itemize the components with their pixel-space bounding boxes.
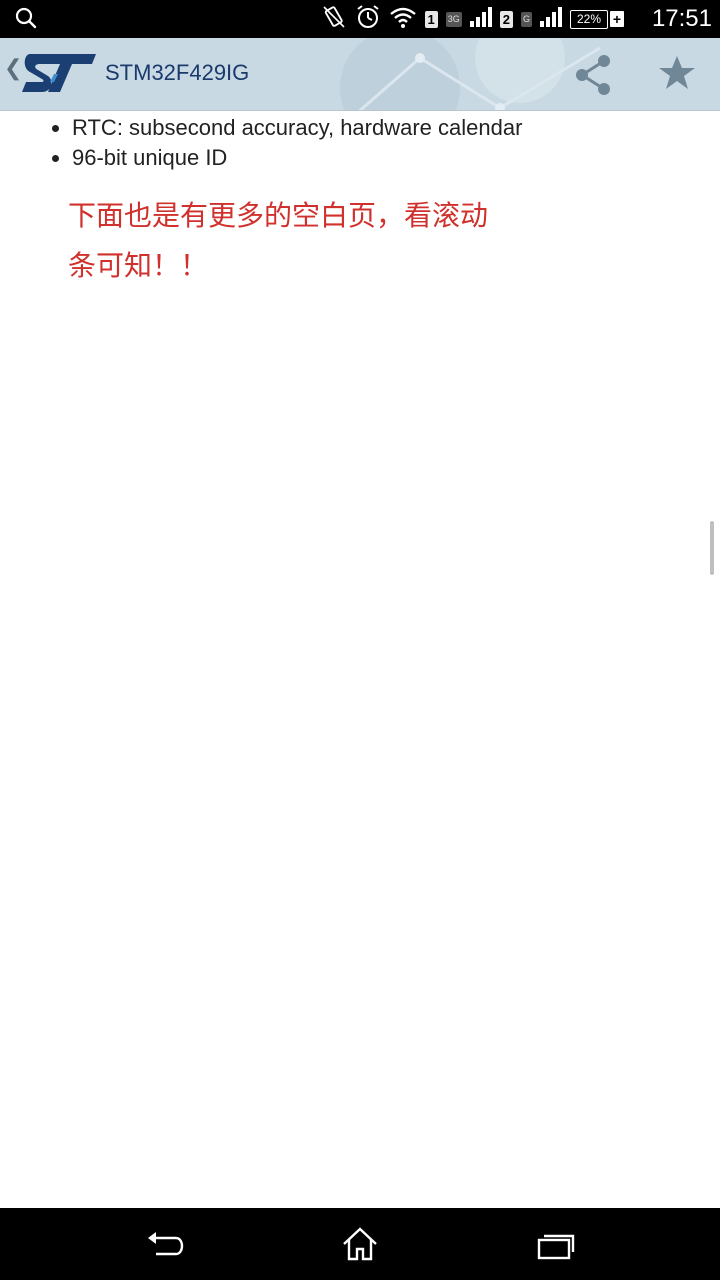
sim1-badge: 1: [424, 10, 438, 28]
battery-icon: 22% +: [570, 9, 624, 29]
signal-icon: [540, 7, 562, 31]
alarm-icon: [355, 4, 381, 34]
st-logo[interactable]: [20, 52, 98, 98]
recent-apps-icon[interactable]: [536, 1232, 576, 1264]
app-bar: ❮ STM32F429IG: [0, 38, 720, 111]
navigation-bar: [0, 1208, 720, 1280]
wifi-icon: [389, 5, 417, 33]
sim1-network-badge: 3G: [445, 11, 462, 27]
list-item: 96-bit unique ID: [72, 143, 522, 173]
sim2-network-badge: G: [520, 11, 532, 27]
page-title: STM32F429IG: [105, 60, 250, 85]
star-icon[interactable]: [658, 55, 696, 95]
annotation-note: 下面也是有更多的空白页，看滚动 条可知！！: [68, 191, 538, 291]
header-decoration: [340, 38, 601, 110]
feature-list: RTC: subsecond accuracy, hardware calend…: [44, 113, 522, 173]
scrollbar[interactable]: [710, 521, 714, 575]
search-icon[interactable]: [14, 6, 38, 36]
annotation-line: 下面也是有更多的空白页，看滚动: [68, 199, 489, 232]
annotation-line: 条可知！！: [68, 249, 209, 282]
status-bar: 1 3G 2 G 22% + 17:51: [0, 0, 720, 38]
share-icon[interactable]: [572, 53, 616, 101]
vibrate-icon: [321, 5, 347, 33]
battery-percent: 22%: [570, 9, 608, 29]
sim2-badge: 2: [499, 10, 513, 28]
home-icon[interactable]: [340, 1226, 380, 1266]
clock: 17:51: [651, 5, 712, 32]
signal-icon: [469, 7, 492, 31]
back-icon[interactable]: [146, 1230, 186, 1264]
page-content: RTC: subsecond accuracy, hardware calend…: [0, 111, 720, 1208]
charging-icon: +: [610, 11, 624, 27]
list-item: RTC: subsecond accuracy, hardware calend…: [72, 113, 522, 143]
